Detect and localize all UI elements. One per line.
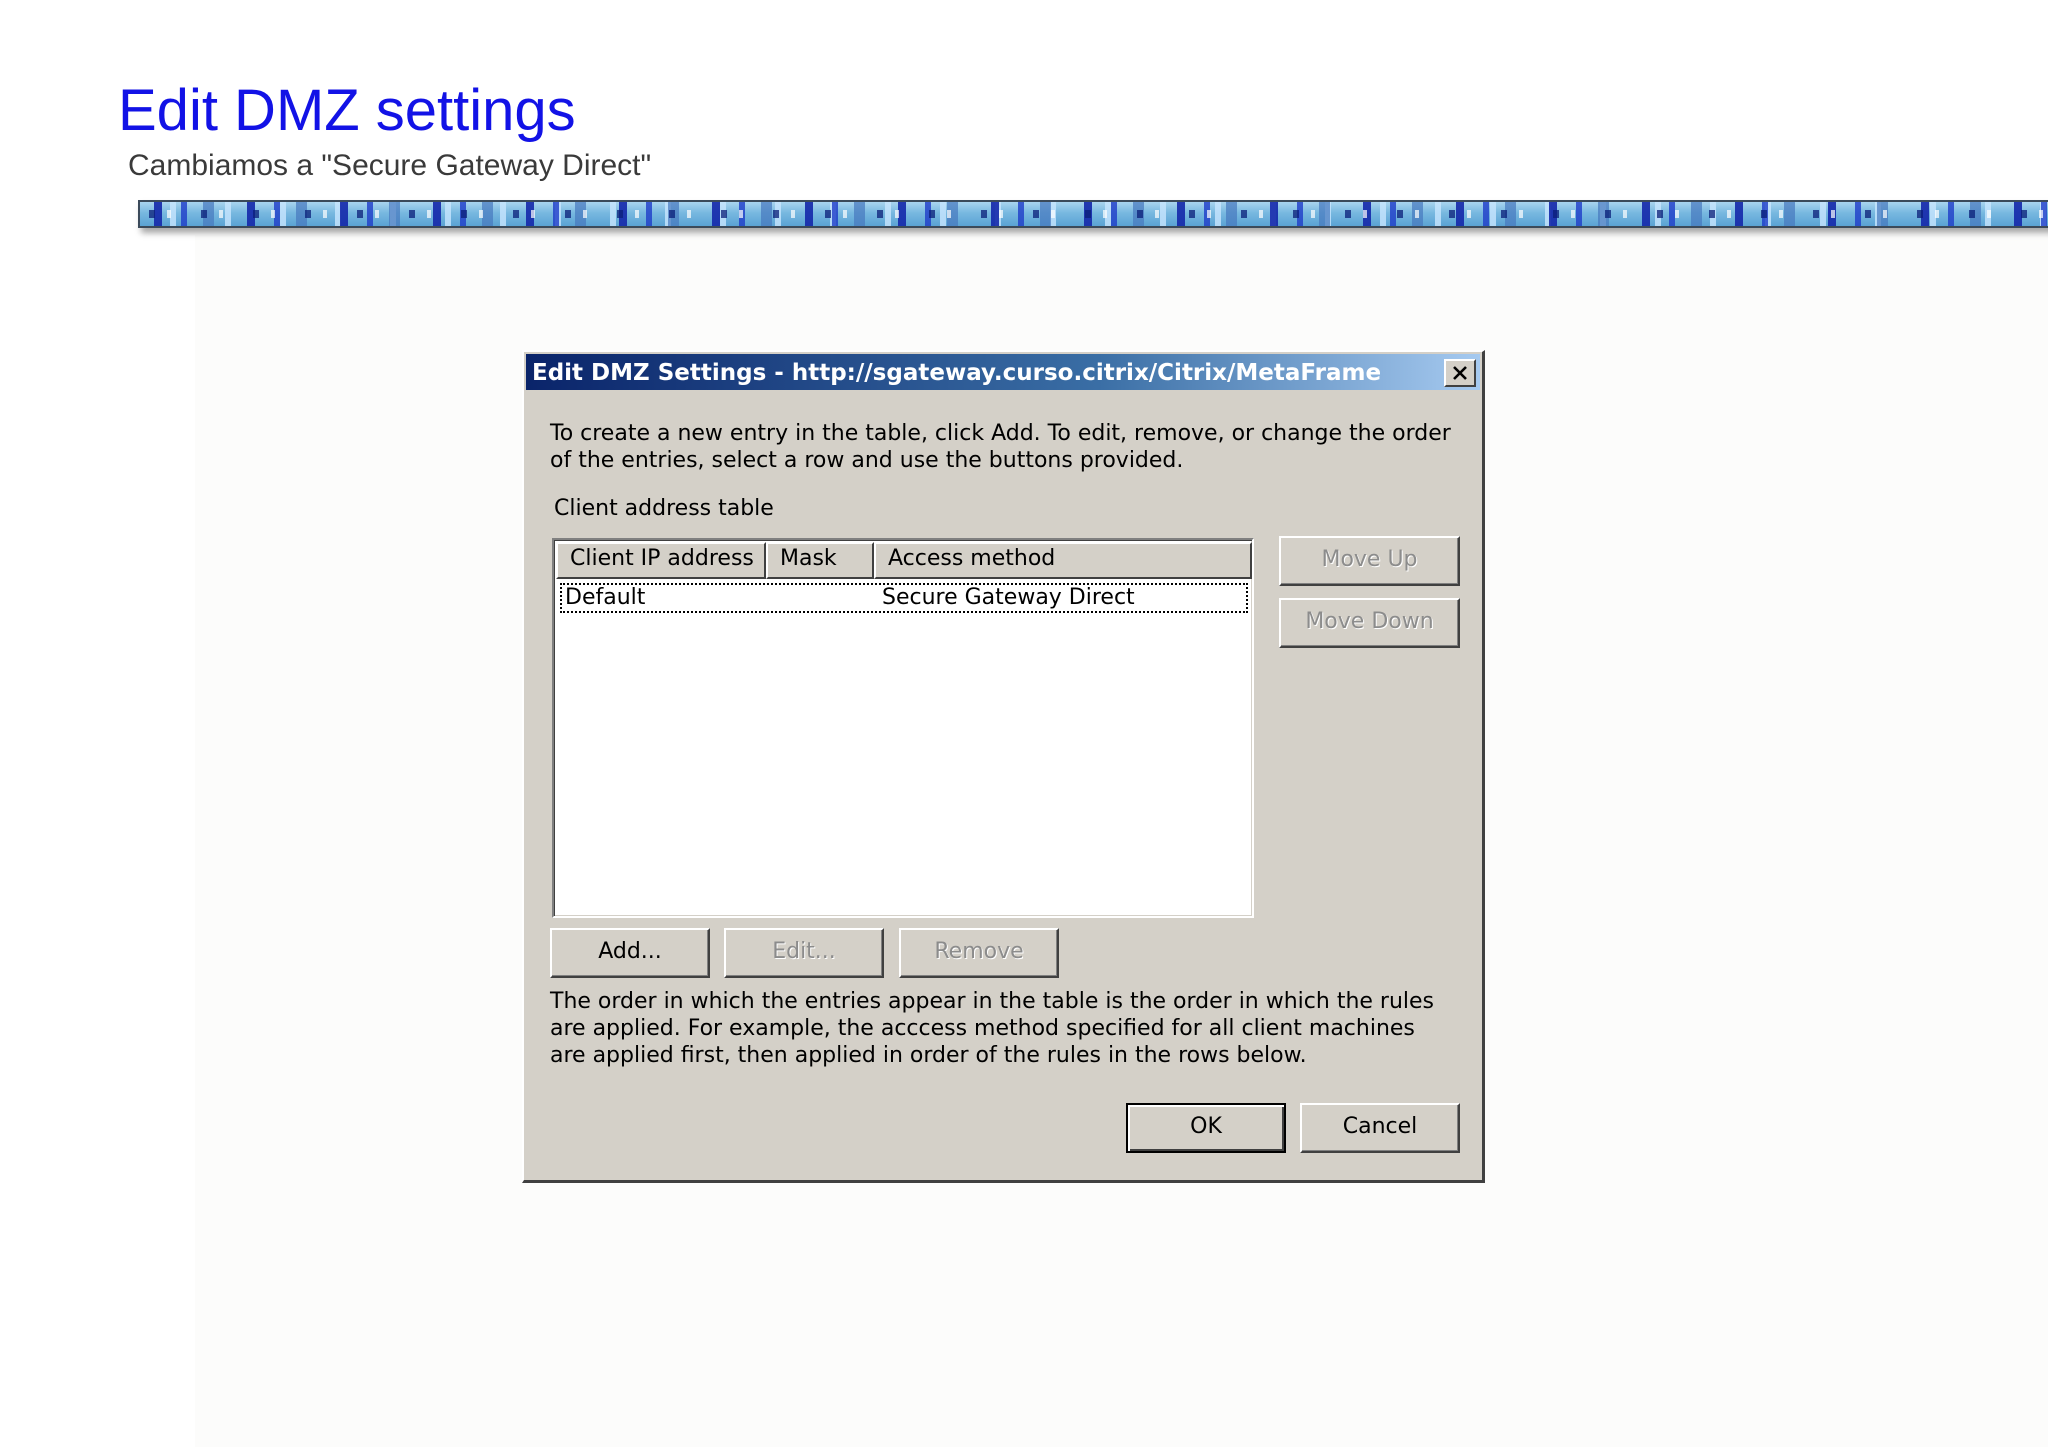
dialog-title: Edit DMZ Settings - http://sgateway.curs…: [532, 360, 1382, 386]
remove-button[interactable]: Remove: [899, 928, 1059, 978]
column-header-access-method[interactable]: Access method: [874, 542, 1252, 579]
table-row[interactable]: Default Secure Gateway Direct: [560, 583, 1248, 613]
cell-access-method: Secure Gateway Direct: [882, 585, 1135, 610]
table-header: Client IP address Mask Access method: [556, 542, 1252, 579]
column-header-client-ip[interactable]: Client IP address: [556, 542, 766, 579]
slide-subtitle: Cambiamos a "Secure Gateway Direct": [128, 149, 652, 182]
move-down-button[interactable]: Move Down: [1279, 598, 1460, 648]
column-header-mask[interactable]: Mask: [766, 542, 874, 579]
client-address-table-label: Client address table: [554, 496, 774, 521]
ok-button[interactable]: OK: [1126, 1103, 1286, 1153]
order-explanation-text: The order in which the entries appear in…: [550, 989, 1435, 1068]
client-address-table[interactable]: Client IP address Mask Access method Def…: [552, 538, 1254, 918]
close-icon: [1453, 366, 1467, 380]
intro-text: To create a new entry in the table, clic…: [550, 421, 1451, 473]
move-up-button[interactable]: Move Up: [1279, 536, 1460, 586]
slide-title: Edit DMZ settings: [118, 78, 576, 143]
edit-button[interactable]: Edit...: [724, 928, 884, 978]
cancel-button[interactable]: Cancel: [1300, 1103, 1460, 1153]
decorative-banner: [138, 200, 2048, 228]
edit-dmz-settings-dialog: Edit DMZ Settings - http://sgateway.curs…: [522, 350, 1485, 1183]
close-button[interactable]: [1444, 359, 1476, 387]
dialog-titlebar[interactable]: Edit DMZ Settings - http://sgateway.curs…: [526, 354, 1480, 390]
add-button[interactable]: Add...: [550, 928, 710, 978]
cell-client-ip: Default: [565, 585, 646, 610]
